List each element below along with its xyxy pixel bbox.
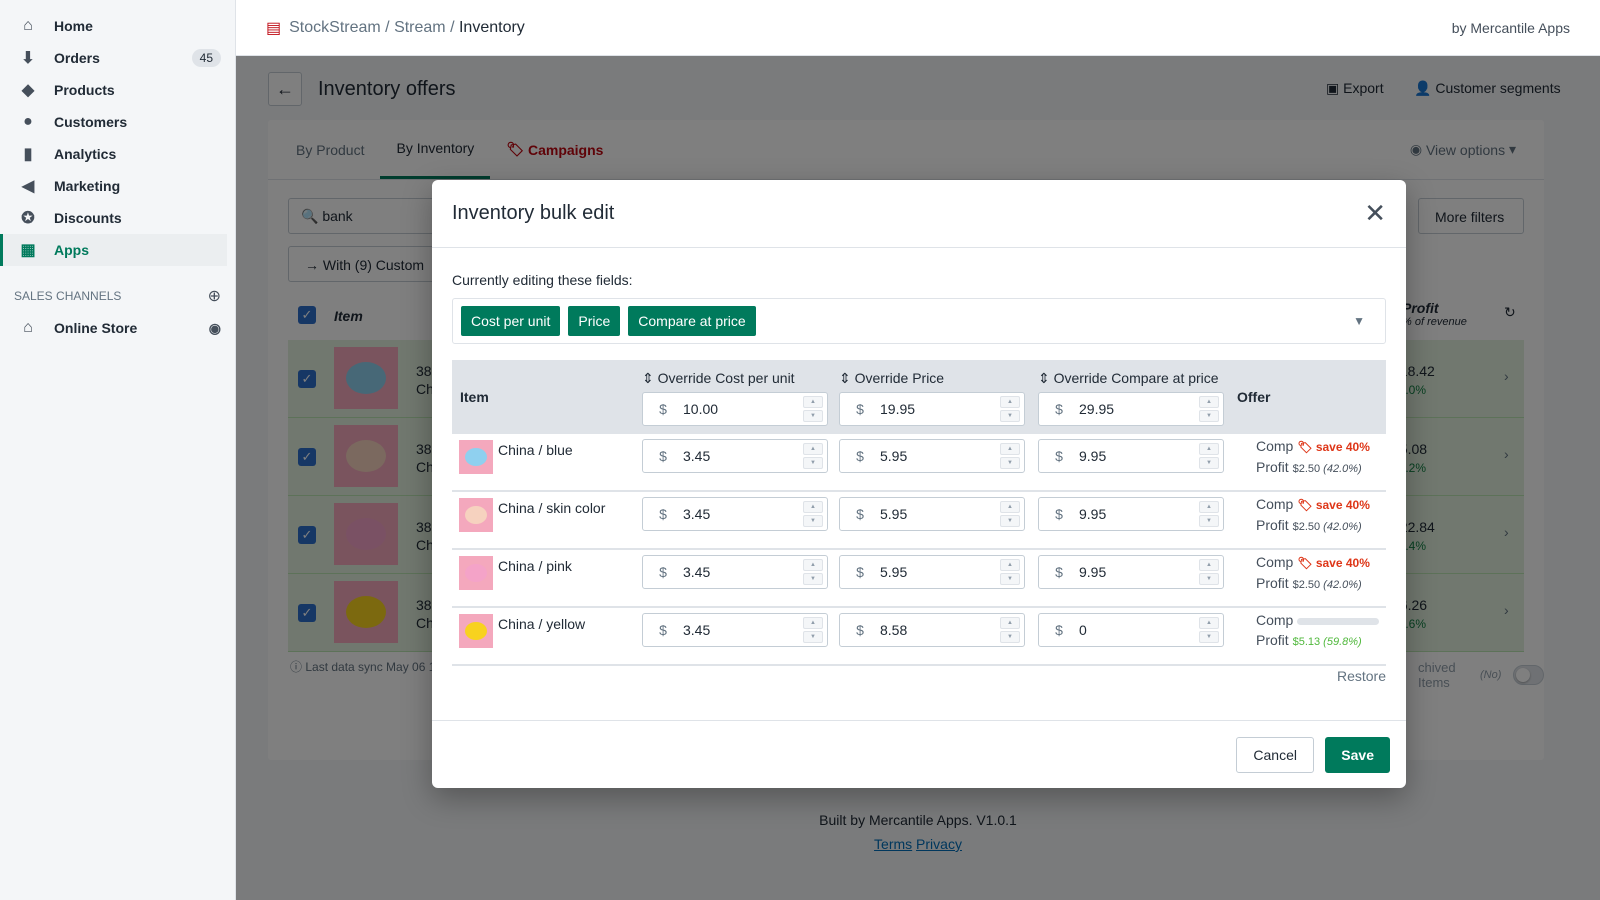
- price-input[interactable]: $8.58 ▲ ▼: [839, 613, 1025, 647]
- orders-icon: ⬇: [21, 50, 35, 67]
- sidebar-item-online-store[interactable]: ⌂ Online Store ◉: [0, 312, 227, 344]
- save-button[interactable]: Save: [1325, 737, 1390, 773]
- variant-name: China / pink: [498, 558, 572, 574]
- variant-thumbnail: [459, 498, 493, 532]
- breadcrumb-app[interactable]: StockStream: [289, 19, 381, 37]
- compare-bar: [1297, 618, 1380, 625]
- sales-channels-heading: Sales channels ⊕: [14, 286, 221, 306]
- price-input[interactable]: $3.45 ▲ ▼: [642, 439, 828, 473]
- fields-label: Currently editing these fields:: [452, 272, 633, 288]
- by-mercantile: by Mercantile Apps: [1451, 19, 1570, 36]
- price-input[interactable]: $5.95 ▲ ▼: [839, 497, 1025, 531]
- sidebar-item-products[interactable]: ◆ Products: [0, 74, 227, 106]
- sidebar-item-marketing[interactable]: ◀ Marketing: [0, 170, 227, 202]
- stepper[interactable]: ▲ ▼: [803, 617, 823, 643]
- sidebar-item-customers[interactable]: ● Customers: [0, 106, 227, 138]
- apps-icon: ▦: [20, 242, 36, 259]
- offer-info: Comp 🏷 save 40% Profit $2.50 (42.0%): [1256, 496, 1370, 533]
- stepper[interactable]: ▲ ▼: [1000, 559, 1020, 585]
- stepper[interactable]: ▲ ▼: [1199, 501, 1219, 527]
- breadcrumb-current: Inventory: [458, 18, 525, 36]
- discount-icon: ✪: [21, 210, 35, 227]
- tag-icon: 🏷 save 40%: [1297, 556, 1370, 570]
- offer-info: Comp Profit $5.13 (59.8%): [1256, 610, 1380, 652]
- table-row: China / blue $3.45 ▲ ▼ $5.95 ▲ ▼ $9.95 ▲ ▼ Comp …: [452, 434, 1386, 492]
- sidebar-item-apps[interactable]: ▦ Apps: [0, 234, 227, 266]
- close-icon[interactable]: ✕: [1364, 198, 1386, 229]
- chevron-down-icon[interactable]: ▼: [1353, 314, 1365, 328]
- home-icon: ⌂: [23, 17, 33, 34]
- price-input[interactable]: $5.95 ▲ ▼: [839, 439, 1025, 473]
- table-header: Item ⇕ Override Cost per unit ⇕ Override…: [452, 360, 1386, 434]
- breadcrumb-stream[interactable]: Stream: [394, 19, 446, 37]
- stepper[interactable]: ▲ ▼: [803, 443, 823, 469]
- stepper[interactable]: ▲ ▼: [1199, 617, 1219, 643]
- stepper[interactable]: ▲ ▼: [1199, 396, 1219, 422]
- variant-thumbnail: [459, 614, 493, 648]
- field-tag-compare[interactable]: Compare at price: [628, 306, 756, 336]
- table-row: China / yellow $3.45 ▲ ▼ $8.58 ▲ ▼ $0 ▲ ▼ Comp P…: [452, 608, 1386, 666]
- bulk-edit-modal: Inventory bulk edit ✕ Currently editing t…: [432, 180, 1406, 788]
- price-input[interactable]: $29.95 ▲ ▼: [1038, 392, 1224, 426]
- sidebar-item-analytics[interactable]: ▮ Analytics: [0, 138, 227, 170]
- stepper[interactable]: ▲ ▼: [1199, 443, 1219, 469]
- orders-badge: 45: [191, 49, 221, 67]
- stepper[interactable]: ▲ ▼: [1000, 617, 1020, 643]
- stepper[interactable]: ▲ ▼: [803, 559, 823, 585]
- price-input[interactable]: $19.95 ▲ ▼: [839, 392, 1025, 426]
- offer-info: Comp 🏷 save 40% Profit $2.50 (42.0%): [1256, 438, 1370, 475]
- variant-thumbnail: [459, 440, 493, 474]
- stepper[interactable]: ▲ ▼: [1000, 396, 1020, 422]
- field-tag-cost[interactable]: Cost per unit: [461, 306, 561, 336]
- price-input[interactable]: $3.45 ▲ ▼: [642, 497, 828, 531]
- sidebar: ⌂ Home ⬇ Orders 45 ◆ Products ● Customers ▮ An…: [0, 0, 236, 900]
- cancel-button[interactable]: Cancel: [1236, 737, 1314, 773]
- price-input[interactable]: $9.95 ▲ ▼: [1038, 497, 1224, 531]
- price-input[interactable]: $3.45 ▲ ▼: [642, 613, 828, 647]
- price-input[interactable]: $5.95 ▲ ▼: [839, 555, 1025, 589]
- stepper[interactable]: ▲ ▼: [1199, 559, 1219, 585]
- megaphone-icon: ◀: [21, 178, 35, 195]
- variant-name: China / yellow: [498, 616, 586, 632]
- variant-thumbnail: [459, 556, 493, 590]
- sidebar-item-home[interactable]: ⌂ Home: [0, 10, 227, 42]
- restore-button[interactable]: Restore: [1337, 668, 1386, 684]
- fields-select[interactable]: Cost per unit Price Compare at price ▼: [452, 298, 1386, 344]
- store-icon: ⌂: [23, 319, 33, 336]
- app-logo-icon: ▤: [266, 19, 282, 37]
- sidebar-item-discounts[interactable]: ✪ Discounts: [0, 202, 227, 234]
- price-input[interactable]: $3.45 ▲ ▼: [642, 555, 828, 589]
- sidebar-item-orders[interactable]: ⬇ Orders 45: [0, 42, 227, 74]
- price-input[interactable]: $0 ▲ ▼: [1038, 613, 1224, 647]
- stepper[interactable]: ▲ ▼: [803, 501, 823, 527]
- modal-title: Inventory bulk edit: [452, 202, 615, 224]
- edit-table: Item ⇕ Override Cost per unit ⇕ Override…: [452, 360, 1386, 666]
- stepper[interactable]: ▲ ▼: [1000, 443, 1020, 469]
- price-input[interactable]: $9.95 ▲ ▼: [1038, 555, 1224, 589]
- add-channel-icon[interactable]: ⊕: [208, 286, 221, 306]
- stepper[interactable]: ▲ ▼: [1000, 501, 1020, 527]
- table-row: China / skin color $3.45 ▲ ▼ $5.95 ▲ ▼ $9.95 ▲ ▼…: [452, 492, 1386, 550]
- offer-info: Comp 🏷 save 40% Profit $2.50 (42.0%): [1256, 554, 1370, 591]
- eye-icon[interactable]: ◉: [209, 320, 221, 337]
- stepper[interactable]: ▲ ▼: [803, 396, 823, 422]
- top-bar: ▤ StockStream / Stream / Inventory by Me…: [236, 0, 1600, 56]
- variant-name: China / skin color: [498, 500, 606, 516]
- table-row: China / pink $3.45 ▲ ▼ $5.95 ▲ ▼ $9.95 ▲ ▼ Comp …: [452, 550, 1386, 608]
- tag-icon: ◆: [21, 82, 35, 99]
- tag-icon: 🏷 save 40%: [1297, 498, 1370, 512]
- person-icon: ●: [23, 113, 33, 130]
- variant-name: China / blue: [498, 442, 573, 458]
- tag-icon: 🏷 save 40%: [1297, 440, 1370, 454]
- field-tag-price[interactable]: Price: [568, 306, 621, 336]
- price-input[interactable]: $10.00 ▲ ▼: [642, 392, 828, 426]
- bar-chart-icon: ▮: [23, 146, 33, 163]
- price-input[interactable]: $9.95 ▲ ▼: [1038, 439, 1224, 473]
